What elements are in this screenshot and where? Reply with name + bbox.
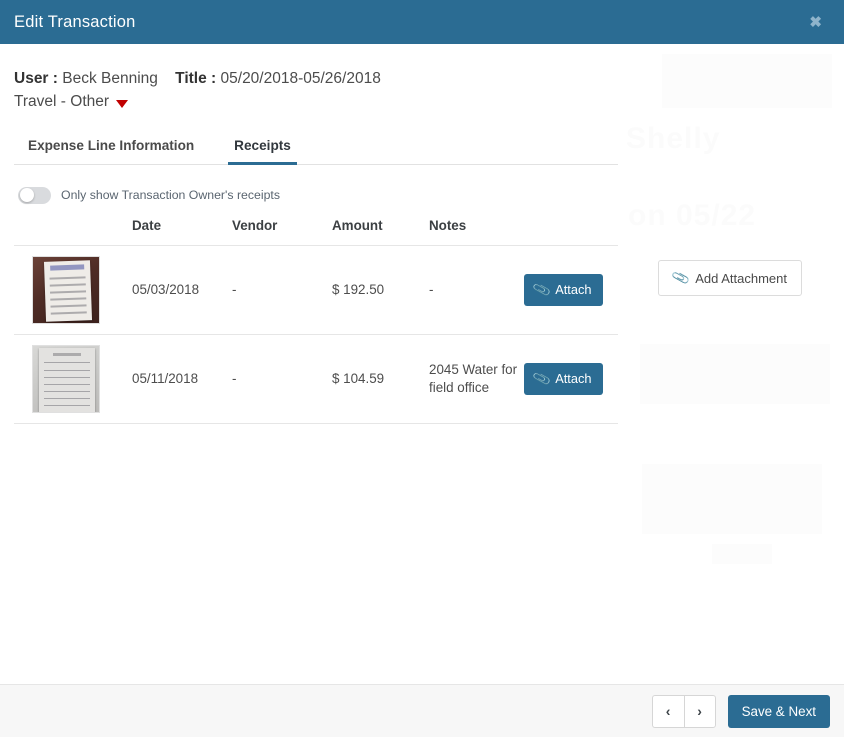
edit-transaction-modal: Edit Transaction ✖ User : Beck Benning T… <box>0 0 844 737</box>
ghost-watermark-block <box>662 54 832 108</box>
caret-down-icon[interactable] <box>116 100 129 109</box>
ghost-watermark-text: Shelly <box>626 122 721 155</box>
title-value: 05/20/2018-05/26/2018 <box>220 70 381 87</box>
receipts-table: Date Vendor Amount Notes 05/03/2018 - $ … <box>14 213 618 424</box>
owner-receipts-toggle-row: Only show Transaction Owner's receipts <box>14 186 616 204</box>
ghost-watermark-text: on 05/22 <box>628 199 757 232</box>
receipt-amount: $ 192.50 <box>332 245 429 335</box>
chevron-left-icon[interactable]: ‹ <box>651 694 684 728</box>
column-header-thumbnail <box>14 213 132 246</box>
receipt-thumbnail-guest-check[interactable] <box>32 255 100 324</box>
ghost-watermark-block <box>712 544 772 564</box>
main-content: User : Beck Benning Title : 05/20/2018-0… <box>0 44 632 424</box>
receipt-notes: 2045 Water for field office <box>429 334 524 424</box>
attach-button[interactable]: 📎 Attach <box>524 273 604 306</box>
ghost-watermark-block <box>642 464 822 534</box>
column-header-vendor: Vendor <box>232 213 332 246</box>
attach-button-label: Attach <box>555 282 592 298</box>
receipt-date: 05/11/2018 <box>132 334 232 424</box>
modal-footer: ‹ › Save & Next <box>0 684 844 737</box>
column-header-notes: Notes <box>429 213 524 246</box>
close-icon[interactable]: ✖ <box>803 11 828 34</box>
receipt-vendor: - <box>232 245 332 335</box>
receipt-header-band <box>53 352 81 356</box>
table-row: 05/11/2018 - $ 104.59 2045 Water for fie… <box>14 334 618 424</box>
receipts-table-body: 05/03/2018 - $ 192.50 - 📎 Attach 05/11/2… <box>14 245 618 424</box>
ghost-watermark-text <box>632 276 641 310</box>
attachment-panel: Shelly on 05/22 📎 Add Attachment <box>626 44 844 684</box>
tab-bar: Expense Line Information Receipts <box>14 133 618 165</box>
only-show-owner-receipts-toggle[interactable] <box>18 186 51 204</box>
column-header-action <box>524 213 618 246</box>
chevron-right-icon[interactable]: › <box>683 694 716 728</box>
receipt-action-cell: 📎 Attach <box>524 245 618 335</box>
table-header-row: Date Vendor Amount Notes <box>14 213 618 246</box>
only-show-owner-receipts-label: Only show Transaction Owner's receipts <box>61 188 280 203</box>
pagination-nav: ‹ › <box>651 694 716 728</box>
attach-button-label: Attach <box>555 371 592 387</box>
page-title: Edit Transaction <box>14 12 136 31</box>
add-attachment-label: Add Attachment <box>695 270 787 286</box>
user-label: User : <box>14 70 58 87</box>
receipt-paper <box>39 347 95 412</box>
category-value: Travel - Other <box>14 93 110 111</box>
paperclip-icon: 📎 <box>670 267 692 288</box>
table-row: 05/03/2018 - $ 192.50 - 📎 Attach <box>14 245 618 335</box>
receipt-thumbnail-cell <box>14 245 132 335</box>
add-attachment-button[interactable]: 📎 Add Attachment <box>658 260 802 296</box>
transaction-meta-line: User : Beck Benning Title : 05/20/2018-0… <box>14 66 616 91</box>
receipt-amount: $ 104.59 <box>332 334 429 424</box>
paperclip-icon: 📎 <box>531 279 553 299</box>
title-label: Title : <box>175 70 217 87</box>
receipt-date: 05/03/2018 <box>132 245 232 335</box>
receipt-notes: - <box>429 245 524 335</box>
receipt-thumbnail-invoice[interactable] <box>32 344 100 413</box>
receipt-paper <box>43 259 93 322</box>
tab-receipts[interactable]: Receipts <box>228 134 297 165</box>
paperclip-icon: 📎 <box>531 368 553 388</box>
modal-header: Edit Transaction ✖ <box>0 0 844 44</box>
column-header-date: Date <box>132 213 232 246</box>
receipt-thumbnail-cell <box>14 334 132 424</box>
toggle-knob <box>19 188 34 203</box>
column-header-amount: Amount <box>332 213 429 246</box>
transaction-category-row: Travel - Other <box>14 91 616 113</box>
receipt-vendor: - <box>232 334 332 424</box>
tab-expense-line-information[interactable]: Expense Line Information <box>22 134 200 165</box>
receipts-table-head: Date Vendor Amount Notes <box>14 213 618 246</box>
user-value: Beck Benning <box>62 70 158 87</box>
modal-body: User : Beck Benning Title : 05/20/2018-0… <box>0 44 844 684</box>
attach-button[interactable]: 📎 Attach <box>524 362 604 395</box>
ghost-watermark-block <box>640 344 830 404</box>
save-and-next-button[interactable]: Save & Next <box>727 694 830 728</box>
receipt-header-band <box>50 264 85 271</box>
receipt-action-cell: 📎 Attach <box>524 334 618 424</box>
